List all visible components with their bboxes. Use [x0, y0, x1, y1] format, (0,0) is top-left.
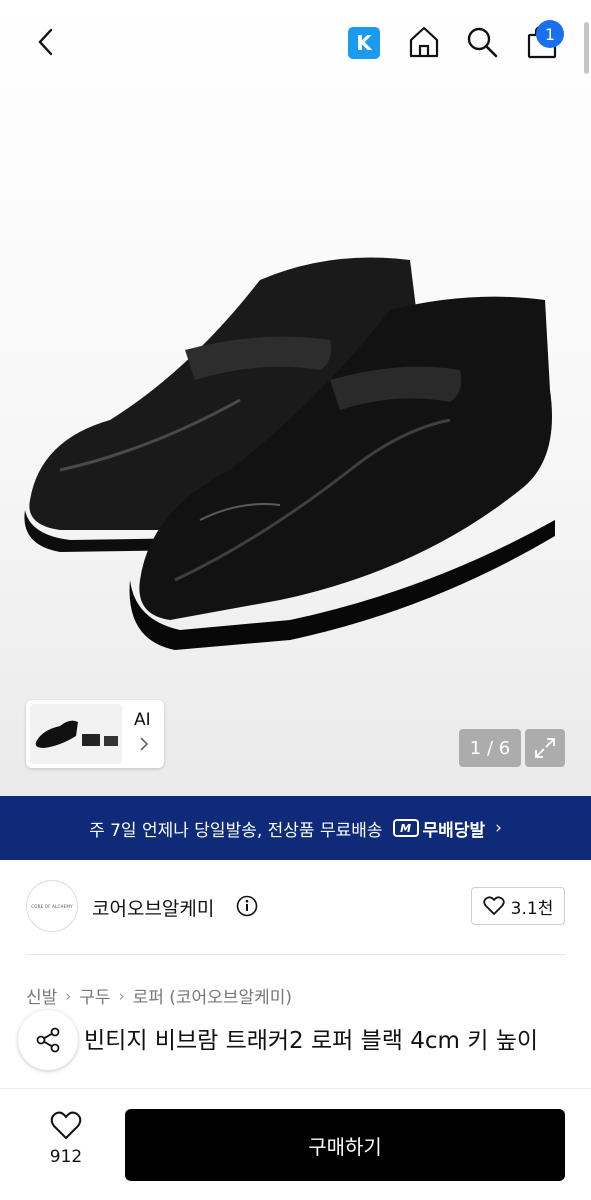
wishlist-button[interactable]: 912 [36, 1111, 96, 1181]
expand-icon [535, 738, 555, 758]
back-button[interactable] [26, 22, 66, 62]
scrollbar[interactable] [584, 22, 589, 74]
chevron-right-icon: › [118, 986, 125, 1005]
seller-name[interactable]: 코어오브알케미 [92, 894, 214, 921]
seller-like-button[interactable]: 3.1천 [471, 887, 565, 925]
home-icon [409, 26, 439, 58]
seller-like-count: 3.1천 [510, 898, 554, 919]
thumbnail-image [30, 704, 122, 764]
image-pager: 1 / 6 [459, 729, 521, 767]
product-title: 빈티지 비브람 트래커2 로퍼 블랙 4cm 키 높이 [84, 1028, 539, 1054]
expand-button[interactable] [525, 729, 565, 767]
product-image-gallery[interactable]: AI 1 / 6 [0, 0, 591, 796]
banner-tag-label: 무배당발 [422, 820, 486, 841]
chevron-right-icon [138, 736, 150, 756]
breadcrumb-item[interactable]: 구두 [79, 983, 110, 1008]
chevron-right-icon: › [65, 986, 72, 1005]
divider [26, 954, 565, 955]
chevron-left-icon [38, 28, 53, 56]
free-shipping-tag: M 무배당발 › [392, 816, 502, 841]
buy-button[interactable]: 구매하기 [125, 1109, 565, 1181]
ai-label: AI [134, 710, 151, 730]
search-button[interactable] [462, 22, 502, 62]
shipping-banner[interactable]: 주 7일 언제나 당일발송, 전상품 무료배송 M 무배당발 › [0, 796, 591, 860]
bottom-action-bar: 912 구매하기 [0, 1088, 591, 1200]
chevron-right-icon: › [495, 818, 502, 838]
search-icon [467, 27, 498, 58]
share-icon [36, 1027, 60, 1053]
banner-text: 주 7일 언제나 당일발송, 전상품 무료배송 [89, 820, 383, 841]
seller-logo[interactable]: CORE OF ALCHEMY [26, 880, 78, 932]
share-button[interactable] [18, 1010, 78, 1070]
product-photo [24, 257, 555, 650]
breadcrumb-item[interactable]: 신발 [26, 983, 57, 1008]
delivery-truck-icon: M [392, 819, 419, 837]
cart-count-badge: 1 [536, 20, 564, 48]
ai-thumbnail-card[interactable]: AI [26, 700, 164, 768]
heart-icon [483, 896, 505, 915]
info-icon[interactable] [236, 895, 258, 917]
home-button[interactable] [404, 22, 444, 62]
wishlist-count: 912 [49, 1147, 83, 1167]
k-app-button[interactable]: K [348, 27, 380, 59]
breadcrumb: 신발 › 구두 › 로퍼 (코어오브알케미) [26, 983, 292, 1009]
top-navigation: K 1 [0, 0, 591, 88]
heart-icon [50, 1111, 82, 1139]
seller-section: CORE OF ALCHEMY 코어오브알케미 3.1천 [0, 862, 591, 954]
breadcrumb-item[interactable]: 로퍼 (코어오브알케미) [133, 983, 292, 1008]
